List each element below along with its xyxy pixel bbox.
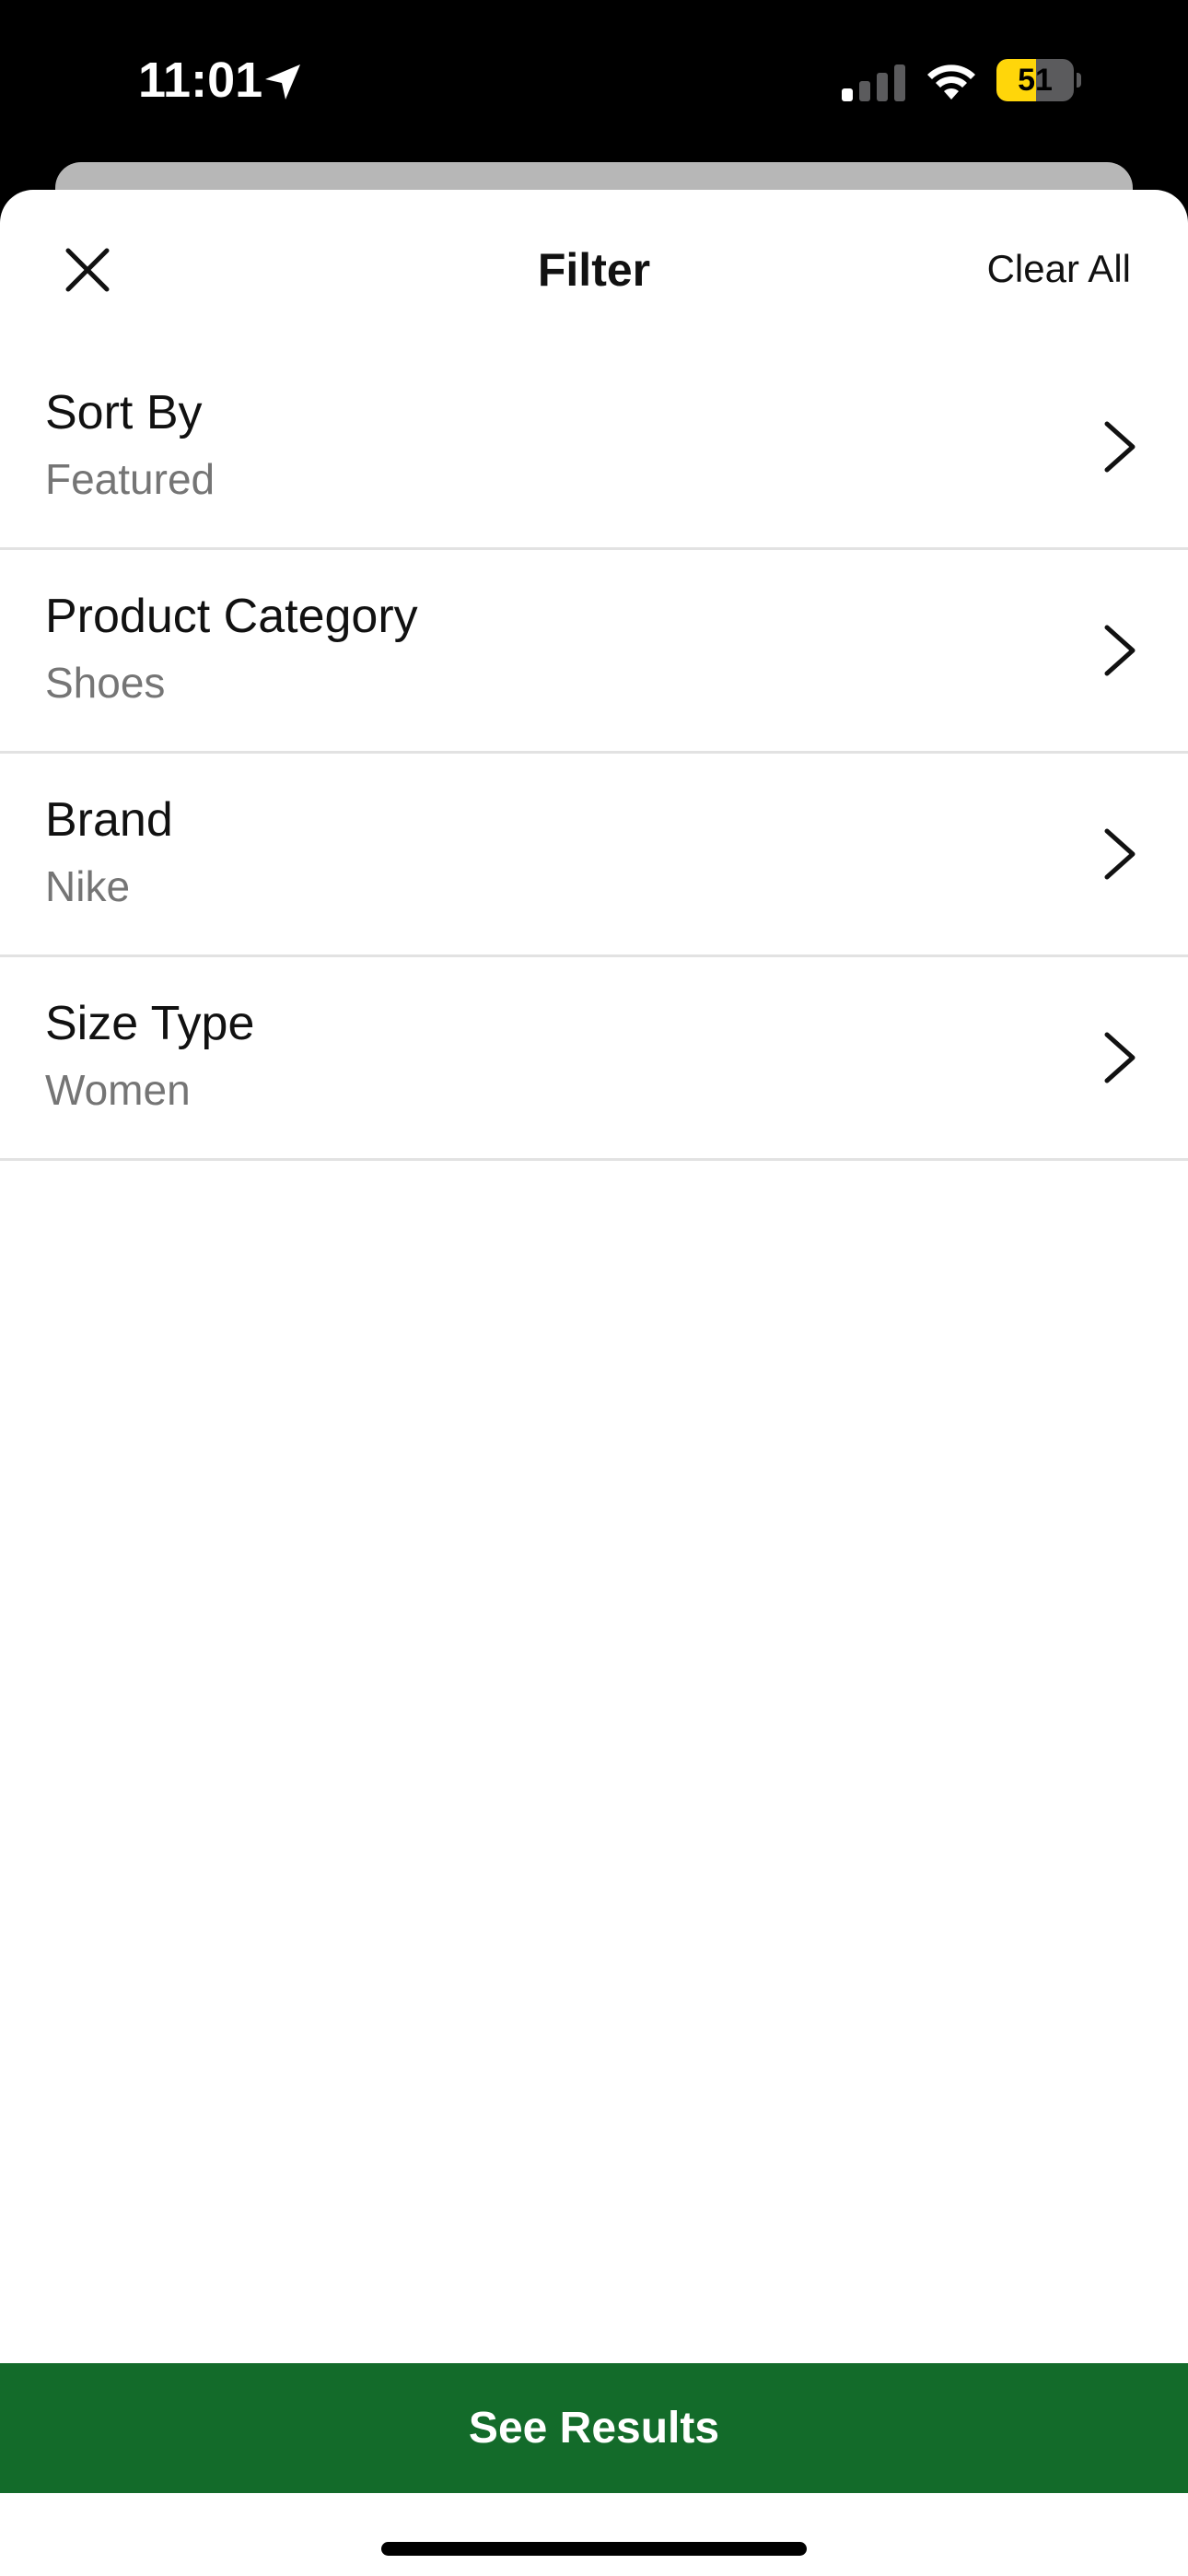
sheet-header: Filter Clear All xyxy=(0,190,1188,346)
filter-value: Featured xyxy=(45,455,215,503)
see-results-button[interactable]: See Results xyxy=(0,2363,1188,2493)
location-arrow-icon xyxy=(265,64,300,100)
filter-label: Product Category xyxy=(45,590,418,643)
wifi-icon xyxy=(927,64,975,100)
see-results-label: See Results xyxy=(468,2404,720,2453)
filter-label: Brand xyxy=(45,793,173,847)
home-indicator xyxy=(381,2542,807,2556)
filter-label: Sort By xyxy=(45,386,203,439)
status-time: 11:01 xyxy=(138,53,263,108)
filter-value: Shoes xyxy=(45,659,166,707)
filter-row-brand[interactable]: Brand Nike xyxy=(0,754,1188,957)
status-bar: 11:01 51 xyxy=(0,0,1188,161)
battery-percent: 51 xyxy=(1018,63,1053,98)
chevron-right-icon xyxy=(1104,1032,1136,1083)
battery-body: 51 xyxy=(996,59,1074,101)
chevron-right-icon xyxy=(1104,625,1136,676)
clear-all-button[interactable]: Clear All xyxy=(987,241,1131,297)
cellular-signal-icon xyxy=(842,64,905,101)
chevron-right-icon xyxy=(1104,828,1136,880)
filter-sheet: Filter Clear All Sort By Featured Produc… xyxy=(0,190,1188,2576)
filter-row-sort-by[interactable]: Sort By Featured xyxy=(0,346,1188,550)
filter-value: Nike xyxy=(45,862,131,910)
filter-row-product-category[interactable]: Product Category Shoes xyxy=(0,550,1188,754)
filter-label: Size Type xyxy=(45,997,255,1050)
filter-row-size-type[interactable]: Size Type Women xyxy=(0,957,1188,1161)
battery-icon: 51 xyxy=(996,59,1081,101)
filter-list: Sort By Featured Product Category Shoes … xyxy=(0,346,1188,1161)
battery-cap xyxy=(1077,73,1081,88)
chevron-right-icon xyxy=(1104,421,1136,473)
filter-value: Women xyxy=(45,1066,191,1114)
